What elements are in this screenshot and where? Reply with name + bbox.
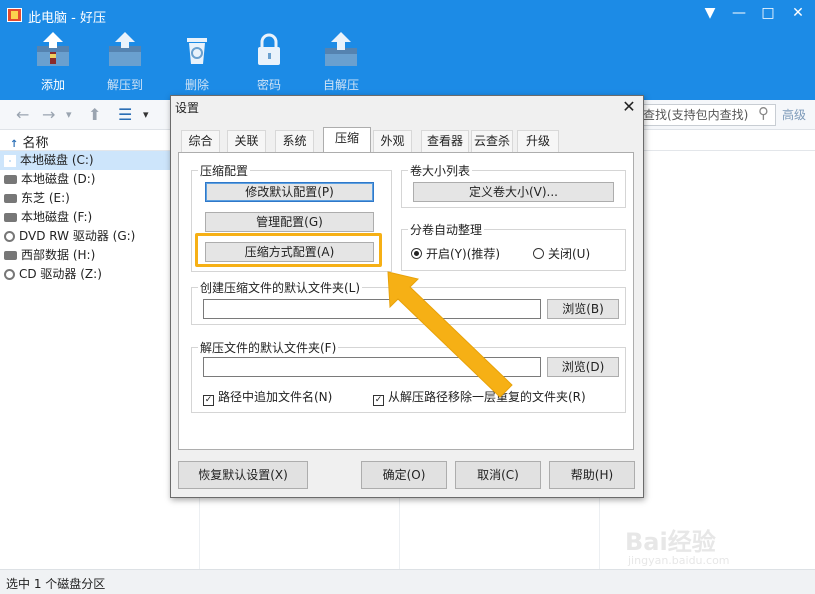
- haozip-window: 此电脑 - 好压 ▼ — □ ✕ 添加 解压到 删除 密码 自解压 ← → ▾ …: [0, 0, 815, 594]
- annotation-arrow-icon: [387, 271, 513, 398]
